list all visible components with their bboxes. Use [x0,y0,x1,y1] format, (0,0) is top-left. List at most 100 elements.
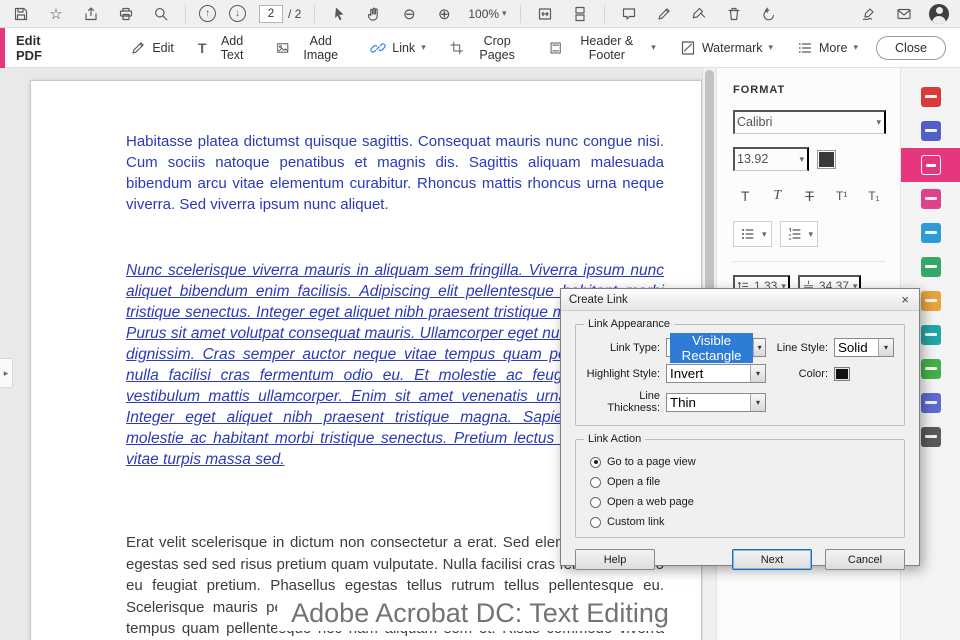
radio-button-icon[interactable] [590,516,601,528]
toolbar-divider [314,4,316,23]
page-number-input[interactable]: 2 [259,4,283,23]
scrollbar-thumb[interactable] [705,70,714,302]
font-size-select[interactable]: 13.92 ▾ [733,147,809,171]
tool-fill-sign[interactable] [901,216,960,250]
tool-export-pdf[interactable] [901,80,960,114]
cancel-button[interactable]: Cancel [825,549,905,570]
tool-edit-pdf[interactable] [901,148,960,182]
next-page-button[interactable]: ↓ [229,5,246,22]
subscript-button[interactable]: T₁ [862,184,886,208]
search-button[interactable] [150,3,172,25]
edit-button[interactable]: Edit [124,36,180,60]
print-button[interactable] [115,3,137,25]
chevron-down-icon: ▾ [757,343,762,352]
undo-button[interactable] [758,3,780,25]
star-icon: ☆ [49,5,63,23]
header-footer-button[interactable]: Header & Footer ▾ [543,30,662,66]
export-pdf-icon [920,87,941,107]
combo-arrow[interactable]: ▾ [878,339,893,356]
radio-go-to-page-view[interactable]: Go to a page view [590,453,894,471]
delete-button[interactable] [723,3,745,25]
chevron-down-icon[interactable]: ▾ [762,229,767,239]
radio-open-a-web-page[interactable]: Open a web page [590,493,894,511]
zoom-in-button[interactable]: ⊕ [433,3,455,25]
font-size-row: 13.92 ▾ [733,147,886,171]
line-style-select[interactable]: Solid ▾ [834,338,894,357]
star-button[interactable]: ☆ [45,3,67,25]
dialog-title-bar[interactable]: Create Link × [561,289,919,311]
toolbar-divider [519,4,521,23]
send-review-icon [920,257,941,277]
highlight-style-select[interactable]: Invert ▾ [666,364,766,383]
bullet-list-group: ▾ [733,221,772,247]
zoom-out-button[interactable]: ⊖ [398,3,420,25]
line-thickness-select[interactable]: Thin ▾ [666,392,766,412]
share-button[interactable] [80,3,102,25]
add-image-button[interactable]: Add Image [270,30,353,66]
font-family-select[interactable]: Calibri ▾ [733,110,886,134]
bold-button[interactable]: T [733,184,757,208]
create-link-dialog: Create Link × Link Appearance Link Type:… [560,288,920,570]
tool-send-review[interactable] [901,250,960,284]
expand-arrow-icon: ▸ [3,367,9,378]
link-type-select[interactable]: Visible Rectangle ▾ [666,332,766,363]
signature-button[interactable] [858,3,880,25]
radio-button-icon[interactable] [590,456,601,468]
bullet-list-button[interactable] [738,225,758,243]
sign-tool-button[interactable] [688,3,710,25]
link-color-swatch[interactable] [834,366,850,381]
font-size-value: 13.92 [737,152,769,166]
tool-create-pdf[interactable] [901,114,960,148]
zoom-level-select[interactable]: 100% ▾ [468,7,506,21]
more-label: More [819,40,848,55]
combo-arrow[interactable]: ▾ [750,365,765,382]
watermark-button[interactable]: Watermark ▾ [674,36,779,60]
add-text-button[interactable]: T Add Text [192,30,258,66]
list-style-row: ▾ ▾ [733,221,886,247]
avatar [929,3,949,24]
panel-expand-arrow[interactable]: ▸ [0,358,13,388]
zoom-level-value: 100% [468,6,500,21]
combo-arrow[interactable]: ▾ [753,339,765,356]
more-button[interactable]: More ▾ [791,36,864,60]
strikethrough-button[interactable]: T [797,184,821,208]
superscript-button[interactable]: T¹ [830,184,854,208]
account-button[interactable] [928,3,950,25]
next-button[interactable]: Next [732,549,812,570]
create-pdf-icon [920,121,941,141]
radio-custom-link[interactable]: Custom link [590,513,894,531]
numbered-list-button[interactable] [785,225,805,243]
font-color-swatch[interactable] [817,149,836,169]
highlight-tool-button[interactable] [653,3,675,25]
save-button[interactable] [10,3,32,25]
link-button[interactable]: Link ▾ [364,36,431,60]
mail-button[interactable] [893,3,915,25]
envelope-icon [897,8,911,19]
crop-pages-button[interactable]: Crop Pages [444,30,531,66]
radio-button-icon[interactable] [590,476,601,488]
protect-shield-icon [920,393,941,413]
dialog-close-button[interactable]: × [899,292,911,307]
tool-combine-files[interactable] [901,182,960,216]
page-display-button[interactable] [569,3,591,25]
comment-tool-button[interactable] [618,3,640,25]
comment-bubble-icon [622,7,635,20]
select-tool-button[interactable] [328,3,350,25]
chevron-down-icon: ▾ [421,42,426,52]
line-thickness-label: Line Thickness: [607,390,660,414]
fit-page-button[interactable] [534,3,556,25]
combo-arrow[interactable]: ▾ [750,393,765,411]
help-button[interactable]: Help [575,549,655,570]
add-text-label: Add Text [220,33,244,62]
hand-tool-button[interactable] [363,3,385,25]
radio-open-a-file[interactable]: Open a file [590,473,894,491]
radio-button-icon[interactable] [590,496,601,508]
previous-page-button[interactable]: ↑ [199,5,216,22]
edit-label: Edit [152,40,174,55]
close-button[interactable]: Close [876,35,946,60]
enhance-scans-icon [920,359,941,379]
chevron-down-icon[interactable]: ▾ [809,229,814,239]
paragraph[interactable]: Habitasse platea dictumst quisque sagitt… [126,131,664,215]
hand-icon [368,7,379,21]
italic-button[interactable]: T [765,184,789,208]
